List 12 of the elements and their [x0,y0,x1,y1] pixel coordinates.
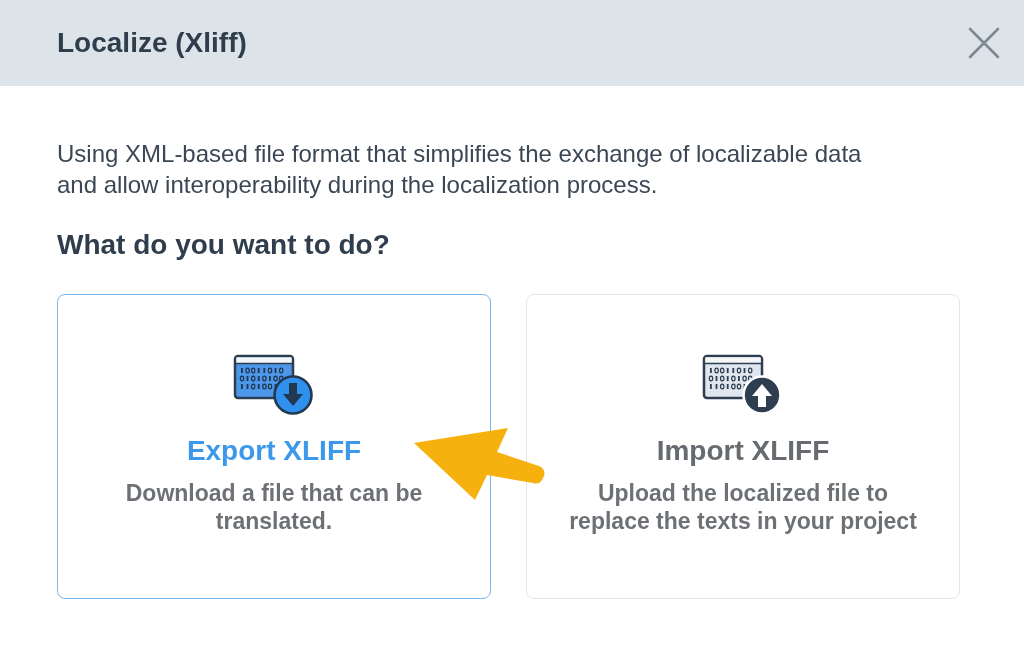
close-icon [968,27,1000,59]
option-title: Export XLIFF [186,435,362,467]
close-button[interactable] [968,27,1000,59]
option-description: Download a file that can be translated. [124,479,424,535]
option-description: Upload the localized file to replace the texts in your project [568,479,918,535]
file-download-icon [233,354,315,416]
question-heading: What do you want to do? [57,229,390,261]
option-title: Import XLIFF [656,435,830,467]
dialog-title: Localize (Xliff) [57,27,247,59]
dialog-description: Using XML-based file format that simplifies the exchange of localizable data and allow interoperability during the localization process. [57,139,863,200]
option-card[interactable]: Export XLIFF Download a file that can be translated. [57,294,491,599]
option-card[interactable]: Import XLIFF Upload the localized file to replace the texts in your project [526,294,960,599]
